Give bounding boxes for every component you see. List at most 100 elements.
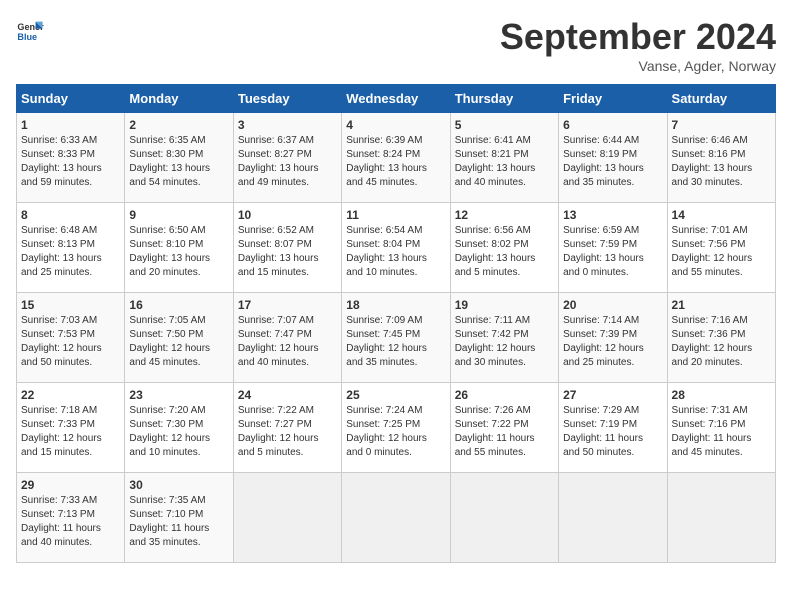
calendar-cell: 12 Sunrise: 6:56 AM Sunset: 8:02 PM Dayli… [450, 203, 558, 293]
day-number: 13 [563, 208, 662, 222]
day-number: 22 [21, 388, 120, 402]
day-number: 14 [672, 208, 771, 222]
calendar-cell: 10 Sunrise: 6:52 AM Sunset: 8:07 PM Dayli… [233, 203, 341, 293]
calendar-cell: 27 Sunrise: 7:29 AM Sunset: 7:19 PM Dayli… [559, 383, 667, 473]
day-number: 3 [238, 118, 337, 132]
day-number: 4 [346, 118, 445, 132]
day-info: Sunrise: 6:35 AM Sunset: 8:30 PM Dayligh… [129, 134, 228, 190]
col-header-friday: Friday [559, 85, 667, 113]
day-number: 5 [455, 118, 554, 132]
calendar-cell [559, 473, 667, 563]
week-row-2: 8 Sunrise: 6:48 AM Sunset: 8:13 PM Daylig… [17, 203, 776, 293]
logo: General Blue [16, 16, 44, 44]
day-number: 17 [238, 298, 337, 312]
day-info: Sunrise: 7:24 AM Sunset: 7:25 PM Dayligh… [346, 404, 445, 460]
day-info: Sunrise: 7:03 AM Sunset: 7:53 PM Dayligh… [21, 314, 120, 370]
month-title: September 2024 [500, 16, 776, 58]
calendar-cell: 14 Sunrise: 7:01 AM Sunset: 7:56 PM Dayli… [667, 203, 775, 293]
day-info: Sunrise: 6:52 AM Sunset: 8:07 PM Dayligh… [238, 224, 337, 280]
calendar-cell [233, 473, 341, 563]
calendar-cell: 9 Sunrise: 6:50 AM Sunset: 8:10 PM Daylig… [125, 203, 233, 293]
calendar-cell: 1 Sunrise: 6:33 AM Sunset: 8:33 PM Daylig… [17, 113, 125, 203]
day-info: Sunrise: 7:35 AM Sunset: 7:10 PM Dayligh… [129, 494, 228, 550]
day-info: Sunrise: 7:33 AM Sunset: 7:13 PM Dayligh… [21, 494, 120, 550]
calendar-cell: 25 Sunrise: 7:24 AM Sunset: 7:25 PM Dayli… [342, 383, 450, 473]
calendar-cell: 4 Sunrise: 6:39 AM Sunset: 8:24 PM Daylig… [342, 113, 450, 203]
calendar-cell: 22 Sunrise: 7:18 AM Sunset: 7:33 PM Dayli… [17, 383, 125, 473]
calendar-cell: 17Sunrise: 7:07 AM Sunset: 7:47 PM Dayli… [233, 293, 341, 383]
day-number: 6 [563, 118, 662, 132]
calendar-cell: 18 Sunrise: 7:09 AM Sunset: 7:45 PM Dayli… [342, 293, 450, 383]
calendar-cell [450, 473, 558, 563]
calendar-cell [342, 473, 450, 563]
day-info: Sunrise: 7:14 AM Sunset: 7:39 PM Dayligh… [563, 314, 662, 370]
calendar-cell: 23Sunrise: 7:20 AM Sunset: 7:30 PM Dayli… [125, 383, 233, 473]
day-info: Sunrise: 7:31 AM Sunset: 7:16 PM Dayligh… [672, 404, 771, 460]
calendar-cell: 20 Sunrise: 7:14 AM Sunset: 7:39 PM Dayli… [559, 293, 667, 383]
day-number: 26 [455, 388, 554, 402]
day-number: 10 [238, 208, 337, 222]
calendar-cell: 29 Sunrise: 7:33 AM Sunset: 7:13 PM Dayli… [17, 473, 125, 563]
day-number: 21 [672, 298, 771, 312]
col-header-monday: Monday [125, 85, 233, 113]
calendar-cell: 16 Sunrise: 7:05 AM Sunset: 7:50 PM Dayli… [125, 293, 233, 383]
day-info: Sunrise: 6:39 AM Sunset: 8:24 PM Dayligh… [346, 134, 445, 190]
header-row: SundayMondayTuesdayWednesdayThursdayFrid… [17, 85, 776, 113]
day-info: Sunrise: 7:18 AM Sunset: 7:33 PM Dayligh… [21, 404, 120, 460]
calendar-cell: 6Sunrise: 6:44 AM Sunset: 8:19 PM Daylig… [559, 113, 667, 203]
day-number: 24 [238, 388, 337, 402]
day-info: Sunrise: 6:41 AM Sunset: 8:21 PM Dayligh… [455, 134, 554, 190]
calendar-cell: 8 Sunrise: 6:48 AM Sunset: 8:13 PM Daylig… [17, 203, 125, 293]
day-info: Sunrise: 6:33 AM Sunset: 8:33 PM Dayligh… [21, 134, 120, 190]
day-number: 2 [129, 118, 228, 132]
week-row-3: 15 Sunrise: 7:03 AM Sunset: 7:53 PM Dayli… [17, 293, 776, 383]
calendar-cell: 13Sunrise: 6:59 AM Sunset: 7:59 PM Dayli… [559, 203, 667, 293]
calendar-cell: 2 Sunrise: 6:35 AM Sunset: 8:30 PM Daylig… [125, 113, 233, 203]
day-number: 1 [21, 118, 120, 132]
day-number: 15 [21, 298, 120, 312]
col-header-thursday: Thursday [450, 85, 558, 113]
day-number: 9 [129, 208, 228, 222]
day-info: Sunrise: 6:37 AM Sunset: 8:27 PM Dayligh… [238, 134, 337, 190]
day-number: 11 [346, 208, 445, 222]
calendar-cell: 7Sunrise: 6:46 AM Sunset: 8:16 PM Daylig… [667, 113, 775, 203]
day-number: 27 [563, 388, 662, 402]
day-number: 28 [672, 388, 771, 402]
calendar-cell: 5 Sunrise: 6:41 AM Sunset: 8:21 PM Daylig… [450, 113, 558, 203]
day-number: 25 [346, 388, 445, 402]
week-row-4: 22 Sunrise: 7:18 AM Sunset: 7:33 PM Dayli… [17, 383, 776, 473]
col-header-saturday: Saturday [667, 85, 775, 113]
page-header: General Blue September 2024 Vanse, Agder… [16, 16, 776, 74]
calendar-cell: 11 Sunrise: 6:54 AM Sunset: 8:04 PM Dayli… [342, 203, 450, 293]
day-info: Sunrise: 6:48 AM Sunset: 8:13 PM Dayligh… [21, 224, 120, 280]
calendar-cell: 26 Sunrise: 7:26 AM Sunset: 7:22 PM Dayli… [450, 383, 558, 473]
day-number: 30 [129, 478, 228, 492]
day-info: Sunrise: 6:54 AM Sunset: 8:04 PM Dayligh… [346, 224, 445, 280]
calendar-cell: 21Sunrise: 7:16 AM Sunset: 7:36 PM Dayli… [667, 293, 775, 383]
day-number: 18 [346, 298, 445, 312]
calendar-cell [667, 473, 775, 563]
svg-text:Blue: Blue [17, 32, 37, 42]
day-info: Sunrise: 7:22 AM Sunset: 7:27 PM Dayligh… [238, 404, 337, 460]
calendar-cell: 19Sunrise: 7:11 AM Sunset: 7:42 PM Dayli… [450, 293, 558, 383]
calendar-cell: 30 Sunrise: 7:35 AM Sunset: 7:10 PM Dayli… [125, 473, 233, 563]
day-number: 20 [563, 298, 662, 312]
day-number: 8 [21, 208, 120, 222]
day-info: Sunrise: 6:56 AM Sunset: 8:02 PM Dayligh… [455, 224, 554, 280]
week-row-5: 29 Sunrise: 7:33 AM Sunset: 7:13 PM Dayli… [17, 473, 776, 563]
calendar-cell: 3 Sunrise: 6:37 AM Sunset: 8:27 PM Daylig… [233, 113, 341, 203]
day-info: Sunrise: 7:09 AM Sunset: 7:45 PM Dayligh… [346, 314, 445, 370]
day-info: Sunrise: 7:05 AM Sunset: 7:50 PM Dayligh… [129, 314, 228, 370]
day-info: Sunrise: 6:50 AM Sunset: 8:10 PM Dayligh… [129, 224, 228, 280]
day-info: Sunrise: 7:01 AM Sunset: 7:56 PM Dayligh… [672, 224, 771, 280]
day-number: 16 [129, 298, 228, 312]
day-info: Sunrise: 7:29 AM Sunset: 7:19 PM Dayligh… [563, 404, 662, 460]
calendar-table: SundayMondayTuesdayWednesdayThursdayFrid… [16, 84, 776, 563]
day-number: 12 [455, 208, 554, 222]
day-info: Sunrise: 6:46 AM Sunset: 8:16 PM Dayligh… [672, 134, 771, 190]
day-info: Sunrise: 7:26 AM Sunset: 7:22 PM Dayligh… [455, 404, 554, 460]
day-number: 29 [21, 478, 120, 492]
day-info: Sunrise: 7:20 AM Sunset: 7:30 PM Dayligh… [129, 404, 228, 460]
logo-icon: General Blue [16, 16, 44, 44]
calendar-cell: 15 Sunrise: 7:03 AM Sunset: 7:53 PM Dayli… [17, 293, 125, 383]
